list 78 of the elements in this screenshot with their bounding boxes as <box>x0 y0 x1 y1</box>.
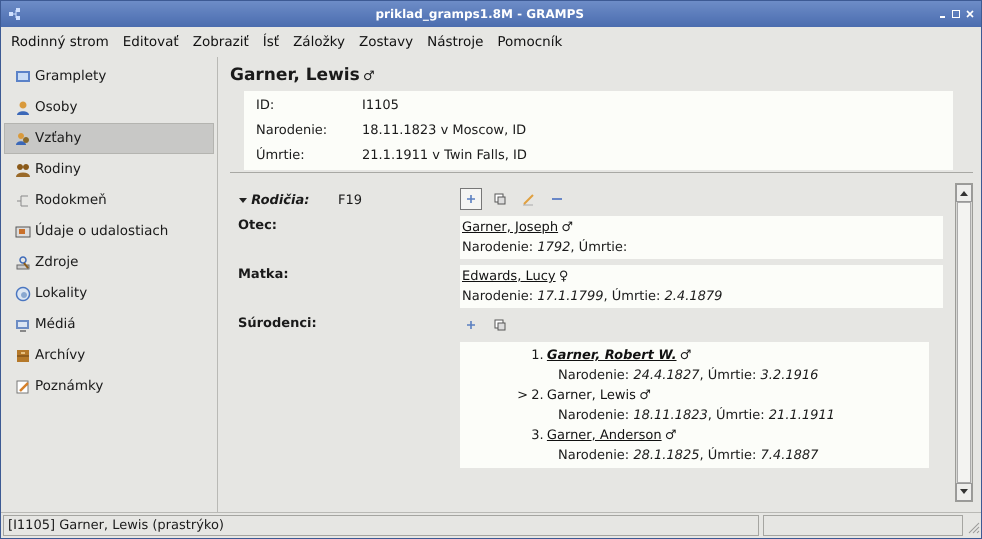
gender-symbol: ♂ <box>664 427 677 445</box>
role-label: Otec: <box>238 217 278 235</box>
fact-value: I1105 <box>362 96 399 114</box>
menu-item[interactable]: Editovať <box>122 32 179 52</box>
globe-icon <box>15 286 31 302</box>
add-button[interactable] <box>460 188 482 210</box>
people-icon <box>15 130 31 146</box>
fact-value: 21.1.1911 v Twin Falls, ID <box>362 146 527 164</box>
down-arrow-icon <box>960 489 968 495</box>
menu-item[interactable]: Zobraziť <box>192 32 249 52</box>
person-link[interactable]: Edwards, Lucy <box>462 267 556 287</box>
role-label: Súrodenci: <box>238 315 318 333</box>
menu-item[interactable]: Rodinný strom <box>11 32 109 52</box>
current-marker: > <box>516 387 528 405</box>
app-icon <box>8 7 22 21</box>
person-link[interactable]: Garner, Joseph <box>462 218 558 238</box>
person-icon <box>15 100 31 116</box>
sidebar-item[interactable]: Zdroje <box>4 247 214 278</box>
fact-label: Úmrtie: <box>256 146 306 164</box>
sibling-number: 1. <box>531 347 544 365</box>
sidebar-item[interactable]: Lokality <box>4 278 214 309</box>
select-icon <box>492 192 506 206</box>
note-pencil-icon <box>15 378 31 394</box>
edit-icon <box>521 192 535 206</box>
sidebar-item[interactable]: Archívy <box>4 340 214 371</box>
select-icon <box>492 318 506 332</box>
menu-item[interactable]: Pomocník <box>497 32 562 52</box>
scroll-down-button[interactable] <box>956 483 972 501</box>
fact-label: Narodenie: <box>256 122 328 140</box>
dates-text: Narodenie: 28.1.1825, Úmrtie: 7.4.1887 <box>557 446 820 465</box>
gender-symbol: ♀ <box>558 268 568 286</box>
tree-icon <box>15 192 31 208</box>
sibling-number: 3. <box>531 427 544 445</box>
sidebar-item[interactable]: Údaje o udalostiach <box>4 216 214 247</box>
sibling-number: 2. <box>531 387 544 405</box>
gender-symbol: ♂ <box>639 387 651 405</box>
menu-item[interactable]: Zostavy <box>359 32 414 52</box>
fact-value: 18.11.1823 v Moscow, ID <box>362 122 526 140</box>
sidebar-item[interactable]: Osoby <box>4 92 214 123</box>
dates-text: Narodenie: 24.4.1827, Úmrtie: 3.2.1916 <box>557 366 820 385</box>
sibling-name: Garner, Lewis <box>546 387 636 405</box>
sidebar-item[interactable]: Rodokmeň <box>4 185 214 216</box>
menu-item[interactable]: Nástroje <box>427 32 484 52</box>
dates-text: Narodenie: 1792, Úmrtie: <box>462 238 628 257</box>
gender-symbol: ♂ <box>362 68 375 86</box>
status-text: [I1105] Garner, Lewis (prastrýko) <box>3 515 759 536</box>
maximize-icon[interactable] <box>951 9 962 19</box>
fact-label: ID: <box>256 96 276 114</box>
book-person-icon <box>15 254 31 270</box>
sidebar-item[interactable]: Rodiny <box>4 154 214 185</box>
person-link[interactable]: Garner, Robert W. <box>546 346 677 366</box>
gender-symbol: ♂ <box>680 347 692 365</box>
calendar-icon <box>15 224 31 240</box>
cabinet-icon <box>15 348 31 364</box>
sidebar-item[interactable]: Gramplety <box>4 61 214 92</box>
dates-text: Narodenie: 17.1.1799, Úmrtie: 2.4.1879 <box>462 287 724 306</box>
dates-text: Narodenie: 18.11.1823, Úmrtie: 21.1.1911 <box>557 406 836 425</box>
person-link[interactable]: Garner, Anderson <box>546 426 662 446</box>
gender-symbol: ♂ <box>561 219 573 237</box>
sidebar-item[interactable]: Vzťahy <box>4 123 214 154</box>
person-name: Garner, Lewis <box>230 64 360 87</box>
expander-icon[interactable] <box>238 195 248 206</box>
menu-item[interactable]: Záložky <box>293 32 346 52</box>
family-icon <box>15 162 31 178</box>
close-icon[interactable] <box>964 9 974 19</box>
up-arrow-icon <box>960 190 968 196</box>
window-title: priklad_gramps1.8M - GRAMPS <box>374 6 586 23</box>
scroll-up-button[interactable] <box>956 184 972 202</box>
family-id: F19 <box>338 192 364 210</box>
sidebar-item[interactable]: Médiá <box>4 309 214 340</box>
add-icon <box>464 318 478 332</box>
window-panel-icon <box>15 68 31 84</box>
scrollbar-thumb[interactable] <box>957 202 971 483</box>
section-label: Rodičia: <box>251 192 310 210</box>
role-label: Matka: <box>238 266 290 284</box>
scrollbar[interactable] <box>955 182 973 502</box>
sidebar-item[interactable]: Poznámky <box>4 371 214 402</box>
menu-item[interactable]: Ísť <box>262 32 280 52</box>
